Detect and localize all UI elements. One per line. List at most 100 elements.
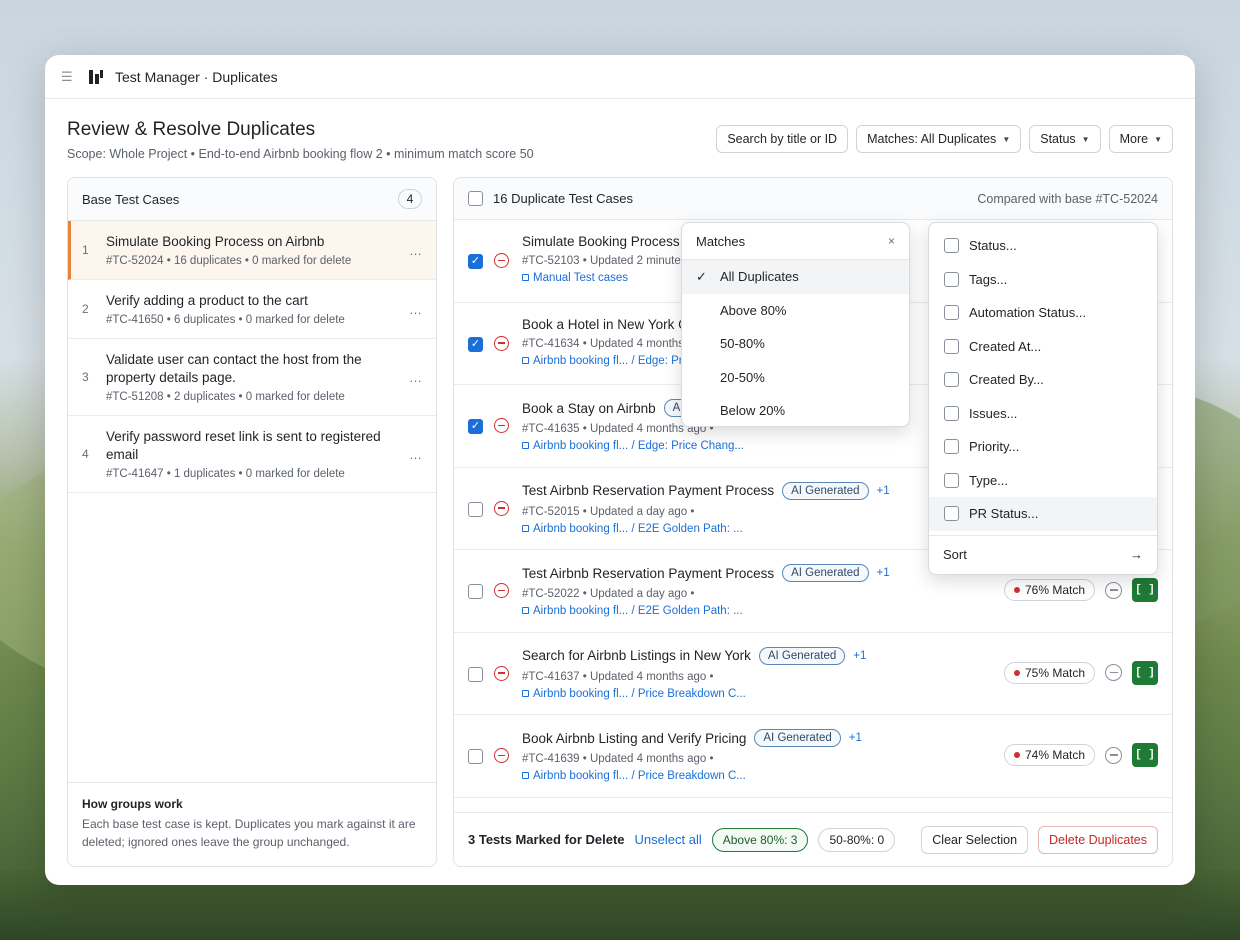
matches-menu-header: Matches × (682, 223, 909, 260)
row-checkbox[interactable] (468, 666, 483, 682)
base-item[interactable]: 2 Verify adding a product to the cart #T… (68, 280, 436, 339)
filter-checkbox[interactable] (944, 472, 959, 488)
duplicate-title[interactable]: Test Airbnb Reservation Payment Process (522, 483, 774, 498)
duplicate-title[interactable]: Book a Hotel in New York C (522, 317, 688, 332)
filter-option[interactable]: PR Status... (929, 497, 1157, 531)
filter-checkbox[interactable] (944, 305, 959, 321)
base-item[interactable]: 3 Validate user can contact the host fro… (68, 339, 436, 416)
marked-count: 3 Tests Marked for Delete (468, 832, 625, 847)
filter-label: Type... (969, 472, 1009, 488)
row-checkbox[interactable]: ✓ (468, 419, 483, 434)
filter-option[interactable]: Created By... (929, 363, 1157, 397)
match-actions: 76% Match [ ] (1003, 578, 1158, 602)
caret-down-icon: ▼ (1154, 134, 1162, 144)
how-groups-title: How groups work (82, 797, 183, 811)
duplicate-row[interactable]: Search for Airbnb Listings in New York A… (454, 633, 1172, 715)
delete-duplicates-button[interactable]: Delete Duplicates (1038, 825, 1158, 854)
above-80-pill[interactable]: Above 80%: 3 (711, 827, 809, 852)
keep-button[interactable]: [ ] (1132, 743, 1158, 767)
more-tags-link[interactable]: +1 (877, 485, 890, 497)
keep-button[interactable]: [ ] (1132, 660, 1158, 685)
clear-selection-button[interactable]: Clear Selection (921, 825, 1029, 854)
match-badge: 75% Match (1003, 661, 1095, 684)
status-dot-icon (1013, 752, 1020, 758)
row-checkbox[interactable] (468, 584, 483, 599)
filter-checkbox[interactable] (944, 238, 959, 254)
more-options-icon[interactable]: … (404, 447, 422, 462)
row-checkbox[interactable]: ✓ (468, 336, 483, 352)
duplicate-title[interactable]: Search for Airbnb Listings in New York (522, 648, 751, 663)
more-tags-link[interactable]: +1 (877, 567, 890, 579)
duplicate-path[interactable]: Airbnb booking fl... / E2E Golden Path: … (522, 605, 1158, 617)
base-item-number: 1 (82, 243, 89, 257)
ignore-icon[interactable] (1105, 746, 1122, 764)
mark-delete-icon[interactable] (494, 418, 509, 433)
ignore-icon[interactable] (1105, 664, 1122, 681)
close-icon[interactable]: × (888, 234, 895, 248)
base-item[interactable]: 1 Simulate Booking Process on Airbnb #TC… (68, 221, 436, 280)
duplicate-title[interactable]: Simulate Booking Process o (522, 234, 691, 249)
duplicate-row[interactable]: Book Airbnb Listing and Verify Pricing A… (454, 715, 1172, 798)
matches-option[interactable]: ✓ All Duplicates (682, 260, 909, 294)
mark-delete-icon[interactable] (494, 665, 509, 681)
filter-option[interactable]: Issues... (929, 397, 1157, 431)
folder-icon (522, 274, 529, 281)
50-80-pill[interactable]: 50-80%: 0 (818, 827, 896, 852)
matches-option[interactable]: Above 80% (682, 294, 909, 328)
status-dropdown[interactable]: Status ▼ (1029, 125, 1101, 153)
mark-delete-icon[interactable] (494, 500, 509, 516)
duplicate-path-text: Airbnb booking fl... / Edge: Pri (533, 354, 686, 367)
row-checkbox[interactable] (468, 749, 483, 764)
mark-delete-icon[interactable] (494, 748, 509, 763)
matches-dropdown[interactable]: Matches: All Duplicates ▼ (856, 125, 1022, 153)
filter-option[interactable]: Priority... (929, 430, 1157, 464)
base-item-meta: #TC-51208 • 2 duplicates • 0 marked for … (106, 391, 345, 403)
more-options-icon[interactable]: … (404, 302, 422, 317)
filter-option[interactable]: Created At... (929, 330, 1157, 364)
how-groups-text: Each base test case is kept. Duplicates … (82, 817, 416, 849)
duplicate-path[interactable]: Airbnb booking fl... / Price Breakdown C… (522, 770, 1158, 782)
more-tags-link[interactable]: +1 (853, 650, 866, 662)
filter-option[interactable]: Tags... (929, 263, 1157, 297)
folder-icon (522, 772, 529, 779)
more-options-icon[interactable]: … (404, 243, 422, 258)
mark-delete-icon[interactable] (494, 583, 509, 598)
filter-checkbox[interactable] (944, 372, 959, 388)
hamburger-menu-icon[interactable]: ☰ (61, 69, 83, 85)
mark-delete-icon[interactable] (494, 335, 509, 351)
more-tags-link[interactable]: +1 (849, 732, 862, 744)
mark-delete-icon[interactable] (494, 253, 509, 268)
match-score: 76% Match (1024, 583, 1085, 597)
matches-option[interactable]: 50-80% (682, 327, 909, 361)
filter-checkbox[interactable] (944, 271, 959, 287)
duplicate-title[interactable]: Test Airbnb Reservation Payment Process (522, 566, 774, 581)
match-score: 74% Match (1024, 748, 1085, 762)
filter-option[interactable]: Status... (929, 229, 1157, 263)
search-button[interactable]: Search by title or ID (716, 125, 849, 153)
ignore-icon[interactable] (1105, 581, 1122, 599)
select-all-checkbox[interactable] (468, 191, 483, 206)
keep-button[interactable]: [ ] (1132, 578, 1158, 602)
matches-option-label: 50-80% (720, 336, 765, 352)
unselect-all-link[interactable]: Unselect all (635, 832, 702, 847)
duplicate-path[interactable]: Airbnb booking fl... / Price Breakdown C… (522, 688, 1158, 700)
filter-option[interactable]: Type... (929, 464, 1157, 498)
row-checkbox[interactable]: ✓ (468, 254, 483, 269)
more-options-icon[interactable]: … (404, 370, 422, 385)
duplicate-title[interactable]: Book Airbnb Listing and Verify Pricing (522, 731, 746, 746)
filter-checkbox[interactable] (944, 506, 959, 522)
sort-option[interactable]: Sort → (929, 534, 1157, 573)
more-dropdown[interactable]: More ▼ (1108, 125, 1173, 153)
match-actions: 75% Match [ ] (1003, 660, 1158, 685)
duplicate-title[interactable]: Book a Stay on Airbnb (522, 401, 656, 416)
filter-option[interactable]: Automation Status... (929, 296, 1157, 330)
matches-option[interactable]: 20-50% (682, 361, 909, 395)
filter-checkbox[interactable] (944, 405, 959, 421)
filter-checkbox[interactable] (944, 439, 959, 455)
more-label: More (1119, 132, 1149, 146)
row-checkbox[interactable] (468, 501, 483, 517)
page-title: Review & Resolve Duplicates (67, 119, 316, 140)
filter-checkbox[interactable] (944, 338, 959, 354)
base-item[interactable]: 4 Verify password reset link is sent to … (68, 416, 436, 493)
matches-option[interactable]: Below 20% (682, 394, 909, 426)
